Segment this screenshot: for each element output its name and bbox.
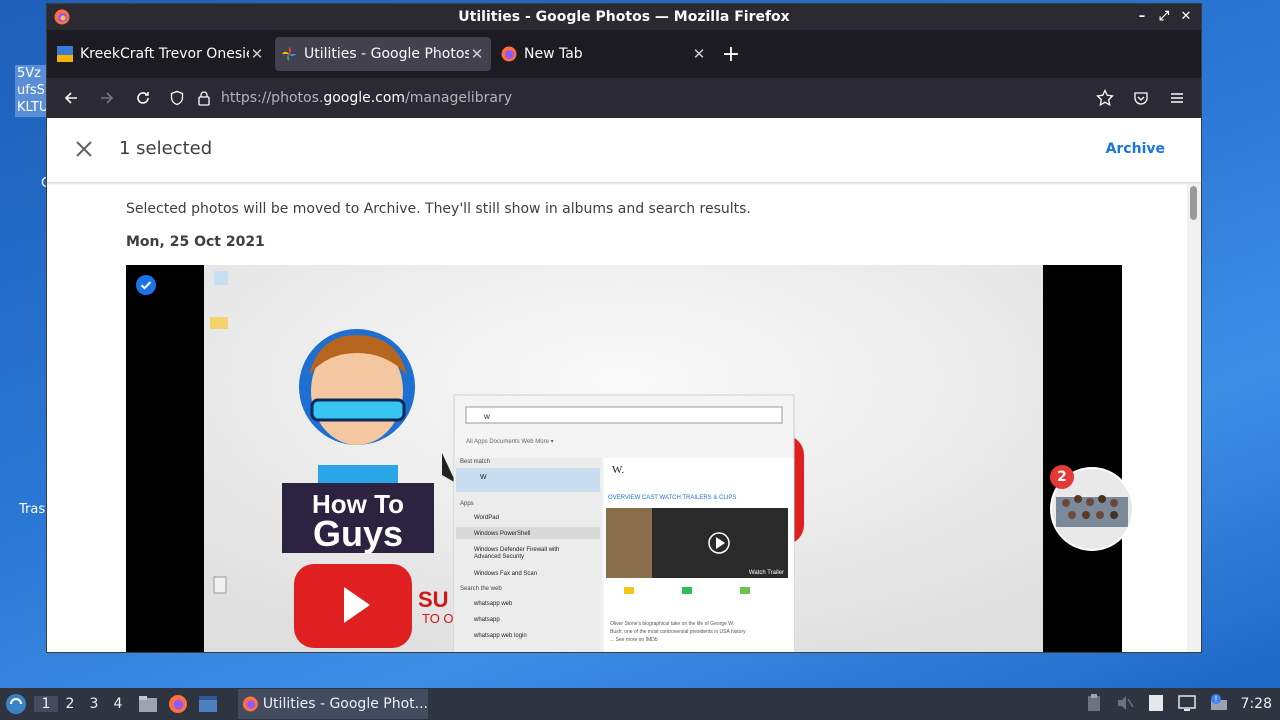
- svg-text:Search the web: Search the web: [460, 586, 502, 592]
- svg-text:Advanced Security: Advanced Security: [474, 554, 524, 560]
- url-domain: google.com: [323, 90, 406, 106]
- system-tray: !: [1086, 694, 1228, 712]
- file-icon: [213, 576, 227, 594]
- svg-text:!: !: [1214, 695, 1217, 704]
- svg-text:All Apps Documents We: All Apps Documents Web More ▾: [466, 439, 554, 445]
- new-tab-plus-icon[interactable]: +: [717, 42, 745, 67]
- svg-text:Best match: Best match: [460, 459, 490, 465]
- tab-close-icon[interactable]: ✕: [469, 45, 485, 63]
- svg-text:Watch Trailer: Watch Trailer: [749, 570, 784, 576]
- svg-text:W: W: [480, 474, 487, 481]
- svg-text:whatsapp web login: whatsapp web login: [473, 633, 527, 639]
- svg-text:TO O: TO O: [422, 611, 454, 626]
- archive-button[interactable]: Archive: [1106, 141, 1165, 157]
- google-photos-favicon-icon: [282, 47, 296, 61]
- svg-text:Windows Fax and Scan: Windows Fax and Scan: [474, 571, 537, 577]
- firefox-launcher-icon[interactable]: [168, 694, 188, 714]
- svg-text:OVERVIEW CAST WATCH TRAILER: OVERVIEW CAST WATCH TRAILERS & CLIPS: [608, 495, 736, 501]
- taskbar: 1 2 3 4 Utilities - Google Phot... ! 7:2…: [0, 688, 1280, 720]
- notes-icon[interactable]: [1148, 694, 1164, 712]
- tab-label: New Tab: [524, 46, 583, 62]
- minimize-icon[interactable]: –: [1135, 10, 1149, 24]
- firefox-task-icon: [242, 696, 258, 712]
- notification-count-badge: 2: [1050, 465, 1074, 489]
- photo-screenshot-content: How To Guys SU TO O w All Apps Documents…: [204, 265, 1043, 652]
- maximize-icon[interactable]: ⤢: [1157, 10, 1171, 24]
- window-titlebar[interactable]: Utilities - Google Photos — Mozilla Fire…: [47, 4, 1201, 30]
- clipboard-icon[interactable]: [1086, 694, 1102, 712]
- svg-text:Bush: one of the most controve: Bush: one of the most controversial pres…: [610, 629, 746, 635]
- scrollbar-thumb[interactable]: [1190, 186, 1197, 220]
- pocket-icon[interactable]: [1123, 82, 1159, 114]
- svg-text:Guys: Guys: [313, 513, 403, 554]
- recycle-bin-icon: [214, 271, 228, 285]
- tab-strip: KreekCraft Trevor Onesie ✕ Utilities - G…: [47, 30, 1201, 78]
- svg-text:Oliver Stone's biographical ta: Oliver Stone's biographical take on the …: [610, 621, 734, 627]
- shield-icon[interactable]: [169, 90, 185, 106]
- desktop-show-icon[interactable]: [198, 695, 218, 713]
- folder-icon: [210, 317, 228, 329]
- selected-check-icon[interactable]: [136, 275, 156, 295]
- page-content: 1 selected Archive Selected photos will …: [47, 118, 1201, 652]
- workspace-1[interactable]: 1: [34, 696, 58, 712]
- selected-count: 1 selected: [119, 138, 213, 159]
- close-selection-icon[interactable]: [73, 138, 95, 160]
- start-menu-icon[interactable]: [4, 692, 28, 716]
- file-manager-icon[interactable]: [138, 695, 158, 713]
- tab-label: Utilities - Google Photos: [304, 46, 469, 62]
- forward-arrow-icon[interactable]: [89, 82, 125, 114]
- svg-text:whatsapp web: whatsapp web: [473, 601, 513, 607]
- navigation-toolbar: https://photos. google.com/managelibrary: [47, 78, 1201, 118]
- lock-icon[interactable]: [197, 90, 211, 106]
- url-bar[interactable]: https://photos. google.com/managelibrary: [169, 82, 1081, 114]
- tab-label: KreekCraft Trevor Onesie: [80, 46, 249, 62]
- svg-text:... See more on IMDb: ... See more on IMDb: [610, 637, 658, 643]
- reload-icon[interactable]: [125, 82, 161, 114]
- photo-date-heading: Mon, 25 Oct 2021: [126, 234, 265, 250]
- scrollbar[interactable]: [1187, 184, 1201, 652]
- window-title: Utilities - Google Photos — Mozilla Fire…: [458, 9, 790, 25]
- desktop-trash-label[interactable]: Tras: [19, 502, 45, 517]
- tab-google-photos[interactable]: Utilities - Google Photos ✕: [275, 37, 491, 71]
- firefox-favicon-icon: [501, 46, 517, 62]
- taskbar-clock: 7:28: [1240, 696, 1272, 712]
- tab-close-icon[interactable]: ✕: [691, 45, 707, 63]
- tab-close-icon[interactable]: ✕: [249, 45, 265, 63]
- svg-text:W.: W.: [612, 464, 624, 476]
- svg-text:Windows PowerShell: Windows PowerShell: [474, 531, 530, 537]
- photo-artwork: How To Guys SU TO O w All Apps Documents…: [204, 265, 1043, 652]
- firefox-logo-icon: [54, 9, 70, 25]
- svg-text:Windows Defender Firewall with: Windows Defender Firewall with: [474, 547, 559, 553]
- tab-new-tab[interactable]: New Tab ✕: [495, 37, 713, 71]
- display-icon[interactable]: [1178, 694, 1196, 712]
- selected-photo[interactable]: How To Guys SU TO O w All Apps Documents…: [126, 265, 1122, 652]
- svg-text:Apps: Apps: [460, 501, 474, 507]
- workspace-3[interactable]: 3: [82, 696, 106, 712]
- hamburger-menu-icon[interactable]: [1159, 82, 1195, 114]
- url-path: /managelibrary: [405, 90, 513, 106]
- firefox-window: Utilities - Google Photos — Mozilla Fire…: [47, 4, 1201, 652]
- tab-kreekcraft[interactable]: KreekCraft Trevor Onesie ✕: [51, 37, 271, 71]
- bookmark-star-icon[interactable]: [1087, 82, 1123, 114]
- volume-muted-icon[interactable]: [1116, 694, 1134, 712]
- task-label: Utilities - Google Phot...: [262, 696, 428, 712]
- url-prefix: https://photos.: [221, 90, 324, 106]
- svg-text:w: w: [483, 412, 490, 421]
- svg-text:SU: SU: [418, 587, 449, 612]
- workspace-4[interactable]: 4: [106, 696, 130, 712]
- workspace-2[interactable]: 2: [58, 696, 82, 712]
- back-arrow-icon[interactable]: [53, 82, 89, 114]
- archive-info-text: Selected photos will be moved to Archive…: [126, 201, 751, 217]
- taskbar-window-firefox[interactable]: Utilities - Google Phot...: [238, 689, 428, 719]
- kreekcraft-favicon-icon: [57, 46, 73, 62]
- selection-bar: 1 selected Archive: [47, 118, 1201, 183]
- svg-text:WordPad: WordPad: [474, 515, 499, 521]
- network-alert-icon[interactable]: !: [1210, 694, 1228, 712]
- svg-text:whatsapp: whatsapp: [473, 617, 500, 623]
- close-window-icon[interactable]: ✕: [1179, 10, 1193, 24]
